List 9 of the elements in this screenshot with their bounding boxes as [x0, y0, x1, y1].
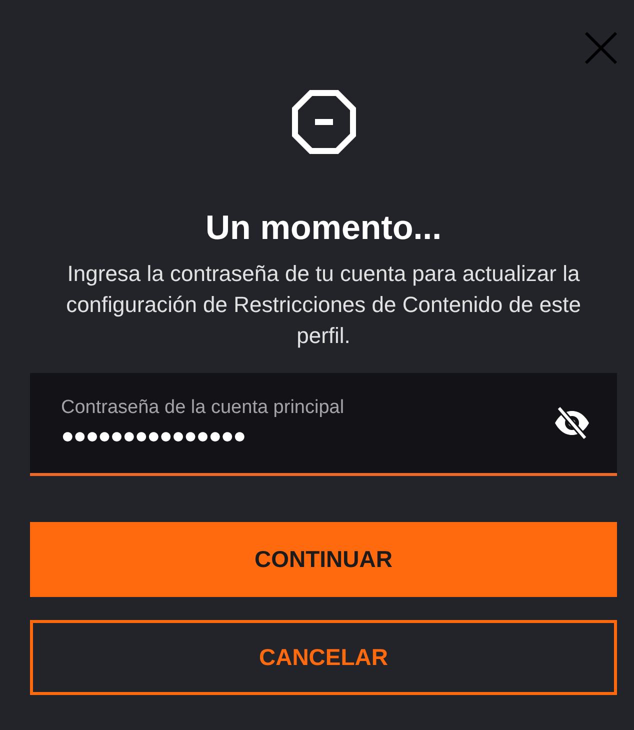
continue-button[interactable]: CONTINUAR	[30, 522, 617, 597]
password-value: ●●●●●●●●●●●●●●●	[61, 423, 246, 449]
cancel-button[interactable]: CANCELAR	[30, 620, 617, 695]
dialog-title: Un momento...	[204, 208, 443, 248]
field-label: Contraseña de la cuenta principal	[61, 397, 346, 419]
password-field[interactable]: Contraseña de la cuenta principal ●●●●●●●●●●●●●●●	[30, 373, 617, 476]
dialog-message: Ingresa la contraseña de tu cuenta para actualizar la configuración de Restricciones de Contenido de este perfil.	[65, 260, 582, 350]
eye-off-icon[interactable]	[553, 406, 591, 440]
stop-sign-icon	[292, 90, 356, 154]
